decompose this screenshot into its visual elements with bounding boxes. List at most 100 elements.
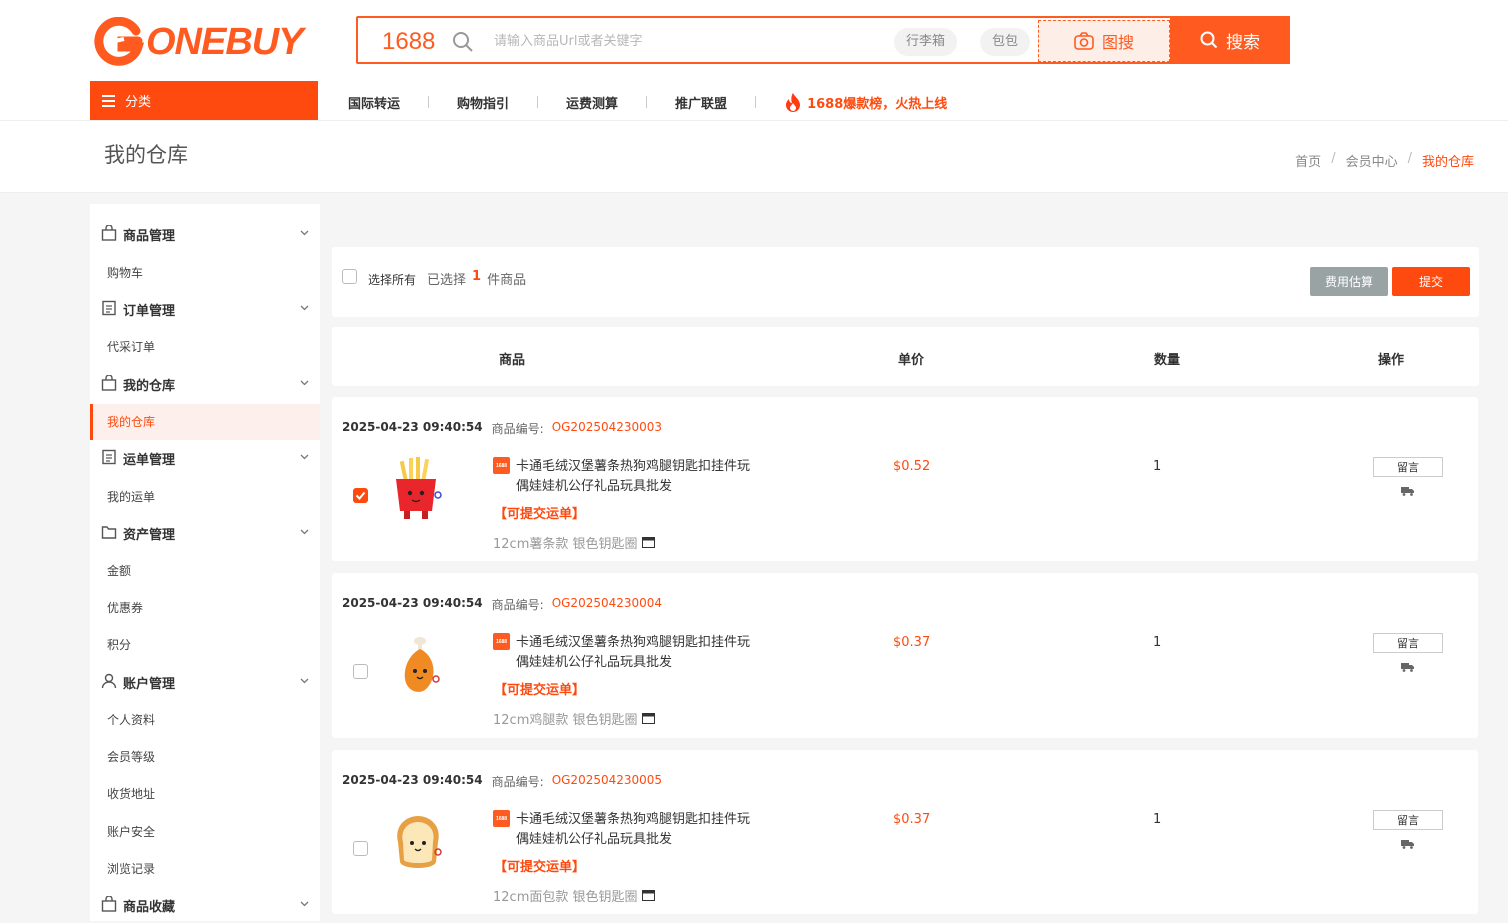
main-nav: 国际转运 购物指引 运费测算 推广联盟 1688爆款榜，火热上线: [348, 92, 947, 112]
table-header: 商品 单价 数量 操作: [332, 327, 1479, 386]
checkmark-icon: [355, 491, 366, 500]
source-1688-badge: 1688: [493, 810, 510, 827]
sidebar-item-addresses[interactable]: 收货地址: [90, 776, 320, 812]
sidebar-item-my-warehouse[interactable]: 我的仓库: [90, 404, 320, 440]
sidebar-item-purchase-orders[interactable]: 代采订单: [90, 329, 320, 365]
leave-message-button[interactable]: 留言: [1373, 457, 1443, 477]
waybill-status: 【可提交运单】: [494, 507, 586, 522]
waybill-status: 【可提交运单】: [494, 860, 586, 875]
fire-icon: [786, 93, 801, 112]
product-spec: 12cm薯条款 银色钥匙圈: [493, 533, 655, 552]
unit-price: $0.37: [893, 635, 931, 650]
sidebar-item-balance[interactable]: 金额: [90, 553, 320, 589]
selected-suffix: 件商品: [487, 273, 527, 288]
row-meta: 2025-04-23 09:40:54 商品编号: OG202504230003: [342, 420, 662, 437]
category-label: 分类: [125, 95, 152, 110]
sidebar-group-waybill-management[interactable]: 运单管理: [90, 440, 320, 476]
nav-international-shipping[interactable]: 国际转运: [348, 93, 400, 112]
search-bar: 1688 行李箱 包包 图搜 搜索: [356, 16, 1290, 64]
search-tag[interactable]: 包包: [980, 28, 1031, 56]
spec-card-icon[interactable]: [641, 537, 655, 548]
row-code[interactable]: OG202504230004: [552, 596, 662, 613]
nav-divider: [755, 96, 757, 108]
category-menu-button[interactable]: 分类: [90, 81, 318, 120]
sidebar-item-cart[interactable]: 购物车: [90, 255, 320, 291]
row-datetime: 2025-04-23 09:40:54: [342, 596, 483, 610]
sidebar-group-favorites[interactable]: 商品收藏: [90, 887, 320, 923]
estimate-cost-button[interactable]: 费用估算: [1310, 267, 1388, 296]
row-checkbox[interactable]: [353, 488, 368, 503]
breadcrumb-home[interactable]: 首页: [1295, 151, 1321, 170]
product-thumbnail[interactable]: [388, 631, 448, 701]
logo-text: ONEBUY: [146, 20, 304, 63]
bag-icon: [101, 225, 117, 241]
product-spec: 12cm鸡腿款 银色钥匙圈: [493, 709, 655, 728]
bag-icon: [101, 896, 117, 912]
product-thumbnail[interactable]: [388, 808, 448, 878]
search-icon: [453, 32, 473, 52]
page-title: 我的仓库: [104, 143, 188, 167]
select-all-checkbox[interactable]: [342, 269, 357, 284]
select-all-label[interactable]: 选择所有: [368, 271, 416, 288]
product-thumbnail[interactable]: [388, 455, 448, 525]
nav-affiliate[interactable]: 推广联盟: [675, 93, 727, 112]
sidebar-item-coupons[interactable]: 优惠券: [90, 590, 320, 626]
sidebar-group-account[interactable]: 账户管理: [90, 664, 320, 700]
spec-card-icon[interactable]: [641, 890, 655, 901]
sidebar-item-browsing-history[interactable]: 浏览记录: [90, 851, 320, 887]
selected-prefix: 已选择: [427, 273, 467, 288]
search-input[interactable]: [492, 26, 876, 56]
product-name[interactable]: 卡通毛绒汉堡薯条热狗鸡腿钥匙扣挂件玩偶娃娃机公仔礼品玩具批发: [516, 810, 761, 850]
sidebar-group-label: 我的仓库: [123, 378, 176, 394]
sidebar-group-product-management[interactable]: 商品管理: [90, 216, 320, 252]
sidebar-item-security[interactable]: 账户安全: [90, 814, 320, 850]
search-tag[interactable]: 行李箱: [894, 28, 958, 56]
selection-toolbar: 选择所有 已选择 1 件商品 费用估算 提交: [332, 247, 1479, 317]
product-name[interactable]: 卡通毛绒汉堡薯条热狗鸡腿钥匙扣挂件玩偶娃娃机公仔礼品玩具批发: [516, 633, 761, 673]
sidebar-group-warehouse[interactable]: 我的仓库: [90, 366, 320, 402]
folder-icon: [101, 526, 117, 539]
truck-icon[interactable]: [1401, 839, 1415, 849]
chevron-down-icon: [300, 230, 309, 236]
search-platform-label[interactable]: 1688: [382, 28, 435, 56]
image-search-button[interactable]: 图搜: [1038, 20, 1170, 62]
sidebar-item-my-waybills[interactable]: 我的运单: [90, 479, 320, 515]
product-spec-text: 12cm薯条款 银色钥匙圈: [493, 537, 638, 552]
document-icon: [102, 449, 116, 465]
column-header-quantity: 数量: [1154, 353, 1181, 368]
sidebar-group-assets[interactable]: 资产管理: [90, 515, 320, 551]
breadcrumb: 首页 / 会员中心 / 我的仓库: [1295, 151, 1474, 170]
leave-message-button[interactable]: 留言: [1373, 810, 1443, 830]
unit-price: $0.52: [893, 459, 931, 474]
onebuy-logo[interactable]: ONEBUY: [94, 16, 304, 68]
row-datetime: 2025-04-23 09:40:54: [342, 420, 483, 434]
sidebar-group-order-management[interactable]: 订单管理: [90, 291, 320, 327]
row-code-label: 商品编号:: [491, 775, 544, 789]
search-button[interactable]: 搜索: [1170, 16, 1290, 64]
source-1688-badge: 1688: [493, 633, 510, 650]
nav-shipping-calculator[interactable]: 运费测算: [566, 93, 618, 112]
truck-icon[interactable]: [1401, 486, 1415, 496]
row-code[interactable]: OG202504230003: [552, 420, 662, 437]
row-code[interactable]: OG202504230005: [552, 773, 662, 790]
submit-button[interactable]: 提交: [1392, 267, 1470, 296]
quantity: 1: [1153, 635, 1162, 650]
sidebar-item-points[interactable]: 积分: [90, 627, 320, 663]
product-name[interactable]: 卡通毛绒汉堡薯条热狗鸡腿钥匙扣挂件玩偶娃娃机公仔礼品玩具批发: [516, 457, 761, 497]
row-checkbox[interactable]: [353, 664, 368, 679]
spec-card-icon[interactable]: [641, 713, 655, 724]
sidebar-item-profile[interactable]: 个人资料: [90, 702, 320, 738]
nav-hot-ranking[interactable]: 1688爆款榜，火热上线: [784, 92, 947, 112]
sidebar-item-membership-level[interactable]: 会员等级: [90, 739, 320, 775]
nav-shopping-guide[interactable]: 购物指引: [457, 93, 509, 112]
truck-icon[interactable]: [1401, 662, 1415, 672]
leave-message-button[interactable]: 留言: [1373, 633, 1443, 653]
sidebar-group-label: 商品收藏: [123, 899, 176, 915]
row-checkbox[interactable]: [353, 841, 368, 856]
table-row: 2025-04-23 09:40:54 商品编号: OG202504230003…: [332, 397, 1478, 561]
row-code-label: 商品编号:: [491, 598, 544, 612]
breadcrumb-member-center[interactable]: 会员中心: [1346, 151, 1398, 170]
hot-ranking-label: 1688爆款榜，火热上线: [807, 96, 948, 112]
nav-divider: [646, 96, 648, 108]
bag-icon: [101, 375, 117, 391]
